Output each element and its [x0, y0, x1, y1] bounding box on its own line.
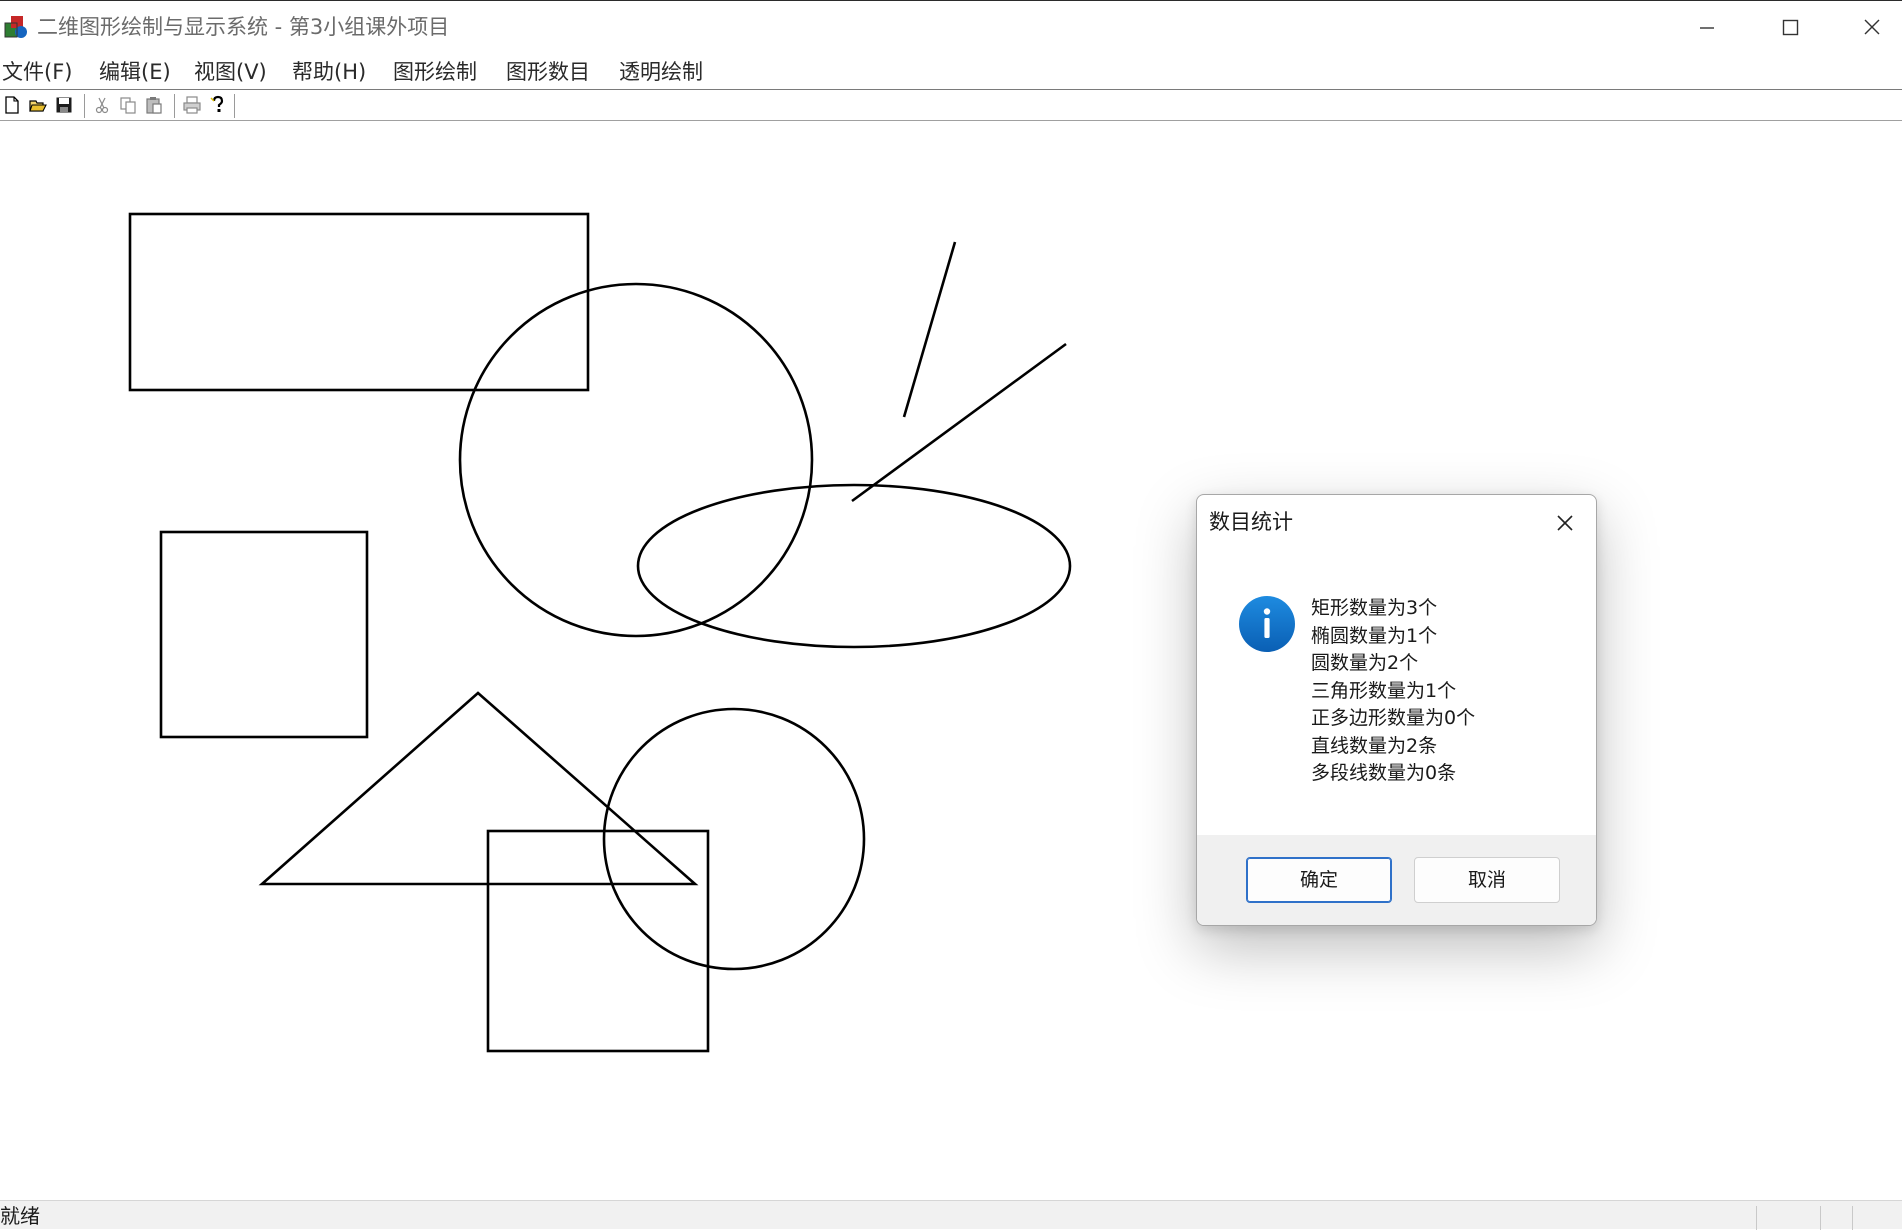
toolbar — [0, 89, 1902, 121]
menu-edit[interactable]: 编辑(E) — [97, 57, 173, 87]
shape-ellipse — [636, 483, 1072, 649]
open-folder-icon[interactable] — [28, 95, 48, 115]
dialog-footer: 确定 取消 — [1197, 835, 1596, 925]
shape-triangle — [258, 691, 699, 886]
shape-rectangle — [128, 212, 590, 392]
dialog-close-button[interactable] — [1545, 503, 1585, 543]
message-line: 椭圆数量为1个 — [1311, 624, 1438, 647]
menu-transparent-draw[interactable]: 透明绘制 — [617, 57, 705, 87]
cut-icon[interactable] — [92, 95, 112, 115]
dialog-title: 数目统计 — [1209, 510, 1293, 534]
shape-line — [851, 342, 1067, 503]
toolbar-separator — [234, 94, 235, 118]
status-text: 就绪 — [0, 1204, 40, 1228]
message-line: 矩形数量为3个 — [1311, 597, 1438, 619]
message-line: 直线数量为2条 — [1311, 734, 1438, 757]
info-icon — [1239, 596, 1295, 652]
maximize-icon — [1782, 19, 1799, 36]
menu-shape-count[interactable]: 图形数目 — [504, 57, 592, 87]
minimize-button[interactable] — [1664, 1, 1748, 55]
status-bar: 就绪 — [0, 1200, 1902, 1230]
copy-icon[interactable] — [118, 95, 138, 115]
close-window-button[interactable] — [1832, 1, 1902, 55]
minimize-icon — [1700, 27, 1714, 29]
menu-help[interactable]: 帮助(H) — [290, 57, 368, 87]
menu-draw-shapes[interactable]: 图形绘制 — [391, 57, 479, 87]
cancel-button[interactable]: 取消 — [1414, 857, 1560, 903]
title-bar: 二维图形绘制与显示系统 - 第3小组课外项目 — [0, 0, 1902, 54]
app-icon — [4, 16, 27, 38]
save-icon[interactable] — [54, 95, 74, 115]
count-dialog: 数目统计 矩形数量为3个 椭圆数量为1个 圆数量为2个 三角形数量为1个 正多边… — [1196, 494, 1597, 926]
status-pane — [1852, 1206, 1902, 1230]
drawing-canvas[interactable] — [0, 121, 1902, 1200]
message-line: 多段线数量为0条 — [1311, 762, 1457, 784]
status-pane — [1756, 1206, 1821, 1230]
message-line: 正多边形数量为0个 — [1311, 707, 1476, 729]
menu-bar: 文件(F) 编辑(E) 视图(V) 帮助(H) 图形绘制 图形数目 透明绘制 — [0, 54, 1902, 90]
menu-file[interactable]: 文件(F) — [0, 57, 74, 87]
menu-view[interactable]: 视图(V) — [192, 57, 269, 87]
dialog-message: 矩形数量为3个 椭圆数量为1个 圆数量为2个 三角形数量为1个 正多边形数量为0… — [1311, 595, 1475, 788]
help-icon[interactable] — [208, 95, 228, 115]
shape-circle — [458, 282, 814, 638]
message-line: 三角形数量为1个 — [1311, 679, 1457, 702]
toolbar-separator — [174, 94, 175, 118]
print-icon[interactable] — [182, 95, 202, 115]
shape-line — [902, 241, 957, 418]
shape-rectangle — [486, 829, 710, 1053]
shape-rectangle — [159, 530, 369, 739]
paste-icon[interactable] — [144, 95, 164, 115]
close-icon — [1864, 19, 1880, 35]
maximize-button[interactable] — [1748, 1, 1832, 55]
new-file-icon[interactable] — [2, 95, 22, 115]
status-pane — [1820, 1206, 1853, 1230]
toolbar-separator — [84, 94, 85, 118]
ok-button[interactable]: 确定 — [1246, 857, 1392, 903]
window-title: 二维图形绘制与显示系统 - 第3小组课外项目 — [37, 15, 450, 39]
message-line: 圆数量为2个 — [1311, 652, 1419, 674]
